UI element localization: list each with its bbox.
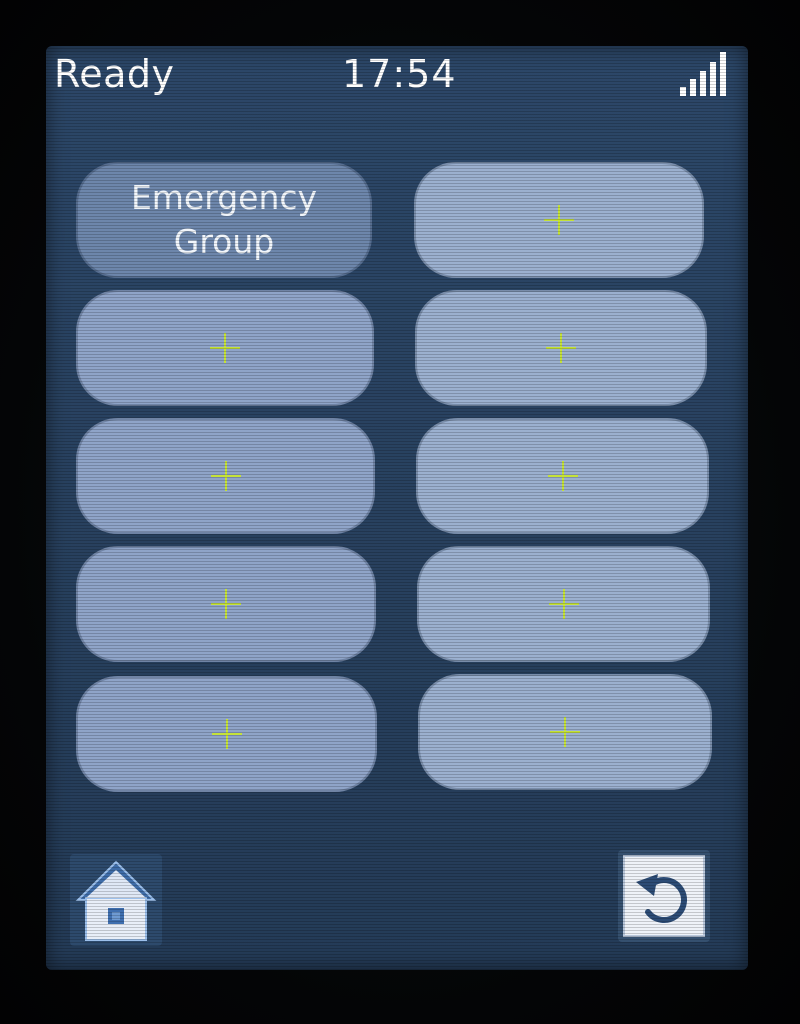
empty-slot-button[interactable]: [414, 162, 704, 278]
empty-slot-button[interactable]: [417, 546, 710, 662]
empty-slot-button[interactable]: [418, 674, 712, 790]
plus-icon: [211, 719, 242, 749]
plus-icon: [550, 717, 580, 747]
home-button[interactable]: [70, 854, 162, 946]
empty-slot-button[interactable]: [76, 546, 376, 662]
empty-slot-button[interactable]: [76, 290, 374, 406]
plus-icon: [210, 333, 240, 363]
plus-icon: [546, 333, 576, 363]
plus-icon: [544, 205, 574, 235]
back-arrow-icon: [623, 855, 705, 937]
emergency-group-button[interactable]: Emergency Group: [76, 162, 372, 278]
screen: Ready 17:54 Emergency Group: [46, 46, 748, 970]
empty-slot-button[interactable]: [76, 418, 375, 534]
device-frame: Ready 17:54 Emergency Group: [0, 0, 800, 1024]
plus-icon: [547, 461, 578, 491]
plus-icon: [211, 589, 241, 619]
plus-icon: [210, 461, 241, 491]
plus-icon: [548, 589, 579, 619]
tile-label-line1: Emergency: [130, 178, 318, 217]
empty-slot-button[interactable]: [76, 676, 377, 792]
tile-label-line2: Group: [173, 222, 275, 261]
home-icon: [75, 860, 157, 941]
empty-slot-button[interactable]: [415, 290, 707, 406]
back-button[interactable]: [618, 850, 710, 942]
speed-dial-grid: Emergency Group: [46, 46, 748, 970]
empty-slot-button[interactable]: [416, 418, 709, 534]
